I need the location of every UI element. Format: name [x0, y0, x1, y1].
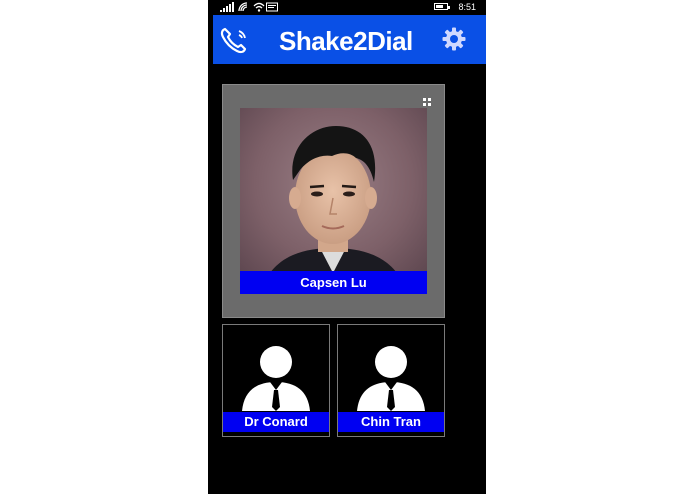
clock: 8:51 [458, 2, 476, 12]
app-header: Shake2Dial [213, 15, 486, 64]
person-avatar-icon [357, 346, 425, 411]
app-title: Shake2Dial [279, 26, 413, 56]
wifi-icon [253, 2, 265, 12]
battery-icon [434, 3, 450, 10]
message-icon [266, 2, 278, 12]
gear-icon[interactable] [442, 27, 466, 51]
app-screen: 8:51 Shake2Dial Capsen Lu Dr Conard Chin… [208, 0, 486, 494]
contact-tile[interactable]: Chin Tran [337, 324, 445, 437]
contact-name: Chin Tran [338, 412, 444, 432]
signal-strength-icon [220, 2, 234, 12]
phone-ringing-icon[interactable] [219, 26, 251, 54]
featured-contact-tile[interactable]: Capsen Lu [222, 84, 445, 318]
contact-photo [240, 108, 427, 294]
contact-tile[interactable]: Dr Conard [222, 324, 330, 437]
status-bar: 8:51 [208, 0, 486, 14]
contact-name: Dr Conard [223, 412, 329, 432]
resize-icon[interactable] [423, 98, 431, 106]
cellular-data-icon [238, 2, 248, 12]
person-avatar-icon [242, 346, 310, 411]
contact-name: Capsen Lu [240, 271, 427, 294]
